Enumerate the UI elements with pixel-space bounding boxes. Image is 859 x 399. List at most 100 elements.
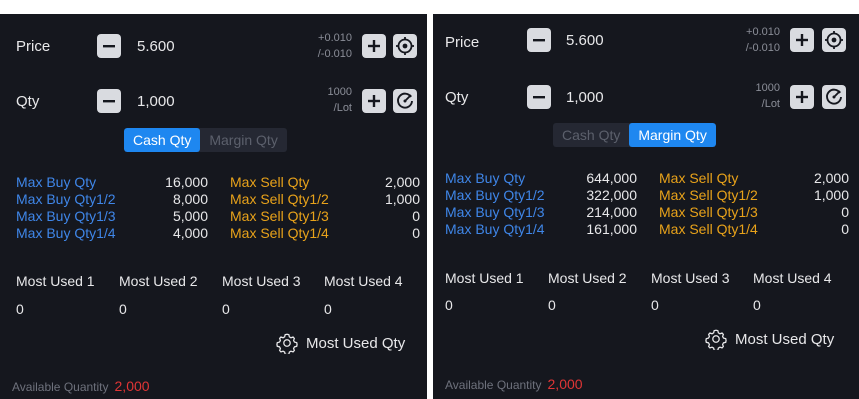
most-used-3-label: Most Used 3	[222, 273, 301, 289]
minus-icon	[103, 45, 115, 48]
available-quantity-label: Available Quantity	[12, 380, 109, 394]
qty-type-toggle: Cash Qty Margin Qty	[124, 128, 287, 152]
max-buy-third-value: 5,000	[172, 208, 208, 224]
buy-labels: Max Buy Qty Max Buy Qty1/2 Max Buy Qty1/…	[16, 174, 140, 242]
target-icon	[396, 37, 414, 55]
most-used-2-label: Most Used 2	[119, 273, 198, 289]
max-sell-third-value: 0	[841, 204, 849, 220]
max-buy-half-value: 8,000	[172, 191, 208, 207]
max-sell-value: 2,000	[384, 174, 420, 190]
most-used-1-value[interactable]: 0	[445, 297, 453, 313]
max-buy-quarter-value: 4,000	[172, 225, 208, 241]
max-buy-quarter-label: Max Buy Qty1/4	[16, 225, 116, 241]
available-quantity-value: 2,000	[114, 378, 150, 394]
qty-increase-button[interactable]	[790, 85, 814, 109]
qty-gauge-button[interactable]	[822, 85, 846, 109]
buy-values: 16,000 8,000 5,000 4,000	[142, 174, 208, 242]
most-used-qty-label: Most Used Qty	[735, 330, 835, 348]
most-used-3-value[interactable]: 0	[651, 297, 659, 313]
tab-margin-qty[interactable]: Margin Qty	[200, 128, 286, 152]
max-sell-third-label: Max Sell Qty1/3	[230, 208, 329, 224]
max-sell-half-label: Max Sell Qty1/2	[230, 191, 329, 207]
most-used-1-value[interactable]: 0	[16, 301, 24, 317]
price-decrease-button[interactable]	[527, 28, 551, 52]
most-used-2-value[interactable]: 0	[548, 297, 556, 313]
price-target-button[interactable]	[393, 34, 417, 58]
qty-gauge-button[interactable]	[393, 89, 417, 113]
max-sell-half-value: 1,000	[813, 187, 849, 203]
price-value[interactable]: 5.600	[566, 32, 604, 49]
gauge-icon	[826, 88, 842, 105]
minus-icon	[533, 96, 545, 99]
max-sell-half-value: 1,000	[384, 191, 420, 207]
plus-icon	[796, 34, 808, 46]
max-sell-third-value: 0	[412, 208, 420, 224]
qty-increase-button[interactable]	[362, 89, 386, 113]
max-sell-quarter-value: 0	[841, 221, 849, 237]
available-quantity-value: 2,000	[547, 376, 583, 392]
minus-icon	[533, 39, 545, 42]
plus-icon	[368, 40, 380, 52]
max-buy-value: 16,000	[165, 174, 208, 190]
most-used-4-value[interactable]: 0	[753, 297, 761, 313]
tab-cash-qty[interactable]: Cash Qty	[553, 123, 629, 147]
gear-icon	[705, 329, 727, 350]
available-quantity: Available Quantity 2,000	[445, 376, 583, 392]
qty-label: Qty	[445, 89, 469, 106]
order-panel-margin: Price 5.600 +0.010/-0.010 Qty 1,000 1000…	[433, 14, 859, 399]
most-used-3-value[interactable]: 0	[222, 301, 230, 317]
most-used-qty-label: Most Used Qty	[306, 334, 406, 352]
qty-step-text: 1000/Lot	[755, 82, 780, 110]
tab-cash-qty[interactable]: Cash Qty	[124, 128, 201, 152]
max-sell-third-label: Max Sell Qty1/3	[659, 204, 758, 220]
gauge-icon	[397, 92, 413, 109]
minus-icon	[103, 100, 115, 103]
qty-value[interactable]: 1,000	[137, 93, 175, 110]
most-used-3-label: Most Used 3	[651, 270, 730, 286]
max-sell-quarter-label: Max Sell Qty1/4	[659, 221, 758, 237]
max-sell-label: Max Sell Qty	[659, 170, 739, 186]
max-buy-quarter-value: 161,000	[586, 221, 637, 237]
max-buy-third-label: Max Buy Qty1/3	[16, 208, 116, 224]
price-value[interactable]: 5.600	[137, 38, 175, 55]
max-buy-quarter-label: Max Buy Qty1/4	[445, 221, 545, 237]
qty-decrease-button[interactable]	[527, 85, 551, 109]
max-buy-half-label: Max Buy Qty1/2	[445, 187, 545, 203]
max-sell-value: 2,000	[813, 170, 849, 186]
max-buy-third-value: 214,000	[586, 204, 637, 220]
most-used-4-label: Most Used 4	[753, 270, 832, 286]
max-buy-third-label: Max Buy Qty1/3	[445, 204, 545, 220]
max-buy-label: Max Buy Qty	[16, 174, 97, 190]
most-used-4-label: Most Used 4	[324, 273, 403, 289]
most-used-4-value[interactable]: 0	[324, 301, 332, 317]
price-increase-button[interactable]	[790, 28, 814, 52]
most-used-1-label: Most Used 1	[445, 270, 524, 286]
buy-values: 644,000 322,000 214,000 161,000	[569, 170, 637, 238]
max-sell-quarter-label: Max Sell Qty1/4	[230, 225, 329, 241]
price-increase-button[interactable]	[362, 34, 386, 58]
max-buy-label: Max Buy Qty	[445, 170, 526, 186]
qty-type-toggle: Cash Qty Margin Qty	[553, 123, 716, 147]
price-decrease-button[interactable]	[97, 34, 121, 58]
max-sell-quarter-value: 0	[412, 225, 420, 241]
price-target-button[interactable]	[822, 28, 846, 52]
price-label: Price	[16, 38, 51, 55]
most-used-qty-settings-button[interactable]: Most Used Qty	[276, 332, 405, 354]
qty-label: Qty	[16, 93, 40, 110]
max-buy-value: 644,000	[586, 170, 637, 186]
max-buy-half-value: 322,000	[586, 187, 637, 203]
tab-margin-qty[interactable]: Margin Qty	[629, 123, 716, 147]
qty-value[interactable]: 1,000	[566, 89, 604, 106]
buy-labels: Max Buy Qty Max Buy Qty1/2 Max Buy Qty1/…	[445, 170, 569, 238]
most-used-2-value[interactable]: 0	[119, 301, 127, 317]
sell-values: 2,000 1,000 0 0	[789, 170, 849, 238]
max-sell-label: Max Sell Qty	[230, 174, 310, 190]
qty-step-text: 1000/Lot	[327, 86, 352, 114]
sell-labels: Max Sell Qty Max Sell Qty1/2 Max Sell Qt…	[230, 174, 360, 242]
plus-icon	[796, 91, 808, 103]
most-used-qty-settings-button[interactable]: Most Used Qty	[705, 328, 834, 350]
price-label: Price	[445, 34, 480, 51]
gear-icon	[276, 333, 298, 354]
qty-decrease-button[interactable]	[97, 89, 121, 113]
max-sell-half-label: Max Sell Qty1/2	[659, 187, 758, 203]
